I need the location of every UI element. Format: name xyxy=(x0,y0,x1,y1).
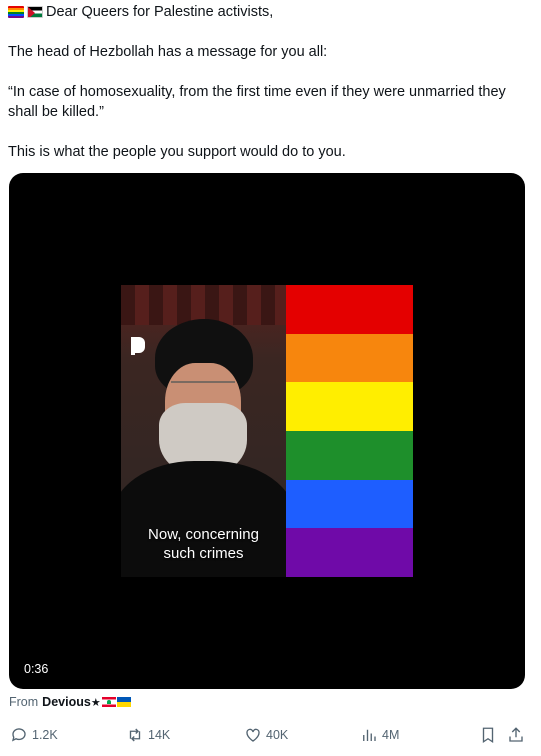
stripe-orange xyxy=(286,333,413,383)
greeting-text: Dear Queers for Palestine activists, xyxy=(46,4,274,20)
tweet-line-greeting: Dear Queers for Palestine activists, xyxy=(8,2,533,22)
video-duration: 0:36 xyxy=(24,662,49,676)
rainbow-flag-icon xyxy=(8,6,24,18)
reply-count: 1.2K xyxy=(32,728,58,742)
caption-line-2: such crimes xyxy=(163,545,244,562)
rainbow-stripes xyxy=(286,285,413,577)
video-player[interactable]: Now, concerning such crimes 0:36 xyxy=(9,173,525,689)
bookmark-icon xyxy=(482,727,494,744)
repost-icon xyxy=(129,728,141,742)
palestine-flag-icon xyxy=(27,6,43,18)
stripe-purple xyxy=(286,528,413,577)
lebanon-flag-icon xyxy=(101,697,116,707)
tweet-line-closing: This is what the people you support woul… xyxy=(8,144,346,160)
source-attribution: From Devious ★ xyxy=(9,695,131,709)
source-prefix: From xyxy=(9,695,39,709)
video-frame: Now, concerning such crimes xyxy=(121,285,413,577)
stripe-blue xyxy=(286,479,413,529)
star-icon: ★ xyxy=(90,696,101,709)
stripe-yellow xyxy=(286,382,413,432)
repost-count: 14K xyxy=(148,728,171,742)
views-chart-icon xyxy=(363,729,376,741)
reply-button[interactable]: 1.2K xyxy=(10,726,58,744)
ukraine-flag-icon xyxy=(116,697,131,707)
like-button[interactable]: 40K xyxy=(244,726,288,744)
bookmark-button[interactable] xyxy=(479,726,497,749)
like-count: 40K xyxy=(266,728,289,742)
repost-button[interactable]: 14K xyxy=(126,726,170,744)
tweet-line-intro: The head of Hezbollah has a message for … xyxy=(8,44,328,60)
views-count: 4M xyxy=(382,728,400,742)
tweet-text: Dear Queers for Palestine activists, The… xyxy=(8,2,533,162)
stripe-red xyxy=(286,285,413,334)
reply-icon xyxy=(11,728,26,742)
glasses-shape xyxy=(171,381,235,397)
caption-line-1: Now, concerning xyxy=(148,526,259,543)
speaker-portrait: Now, concerning such crimes xyxy=(121,285,286,577)
share-button[interactable] xyxy=(507,726,525,749)
views-button[interactable]: 4M xyxy=(360,726,399,744)
heart-icon xyxy=(246,728,260,742)
tweet-line-quote: “In case of homosexuality, from the firs… xyxy=(8,84,506,120)
channel-logo-icon xyxy=(131,337,145,355)
share-icon xyxy=(509,727,523,742)
source-account-link[interactable]: Devious xyxy=(42,695,91,709)
stripe-green xyxy=(286,431,413,480)
tweet-actions: 1.2K 14K 40K 4M xyxy=(0,722,541,748)
video-caption: Now, concerning such crimes xyxy=(121,525,286,563)
